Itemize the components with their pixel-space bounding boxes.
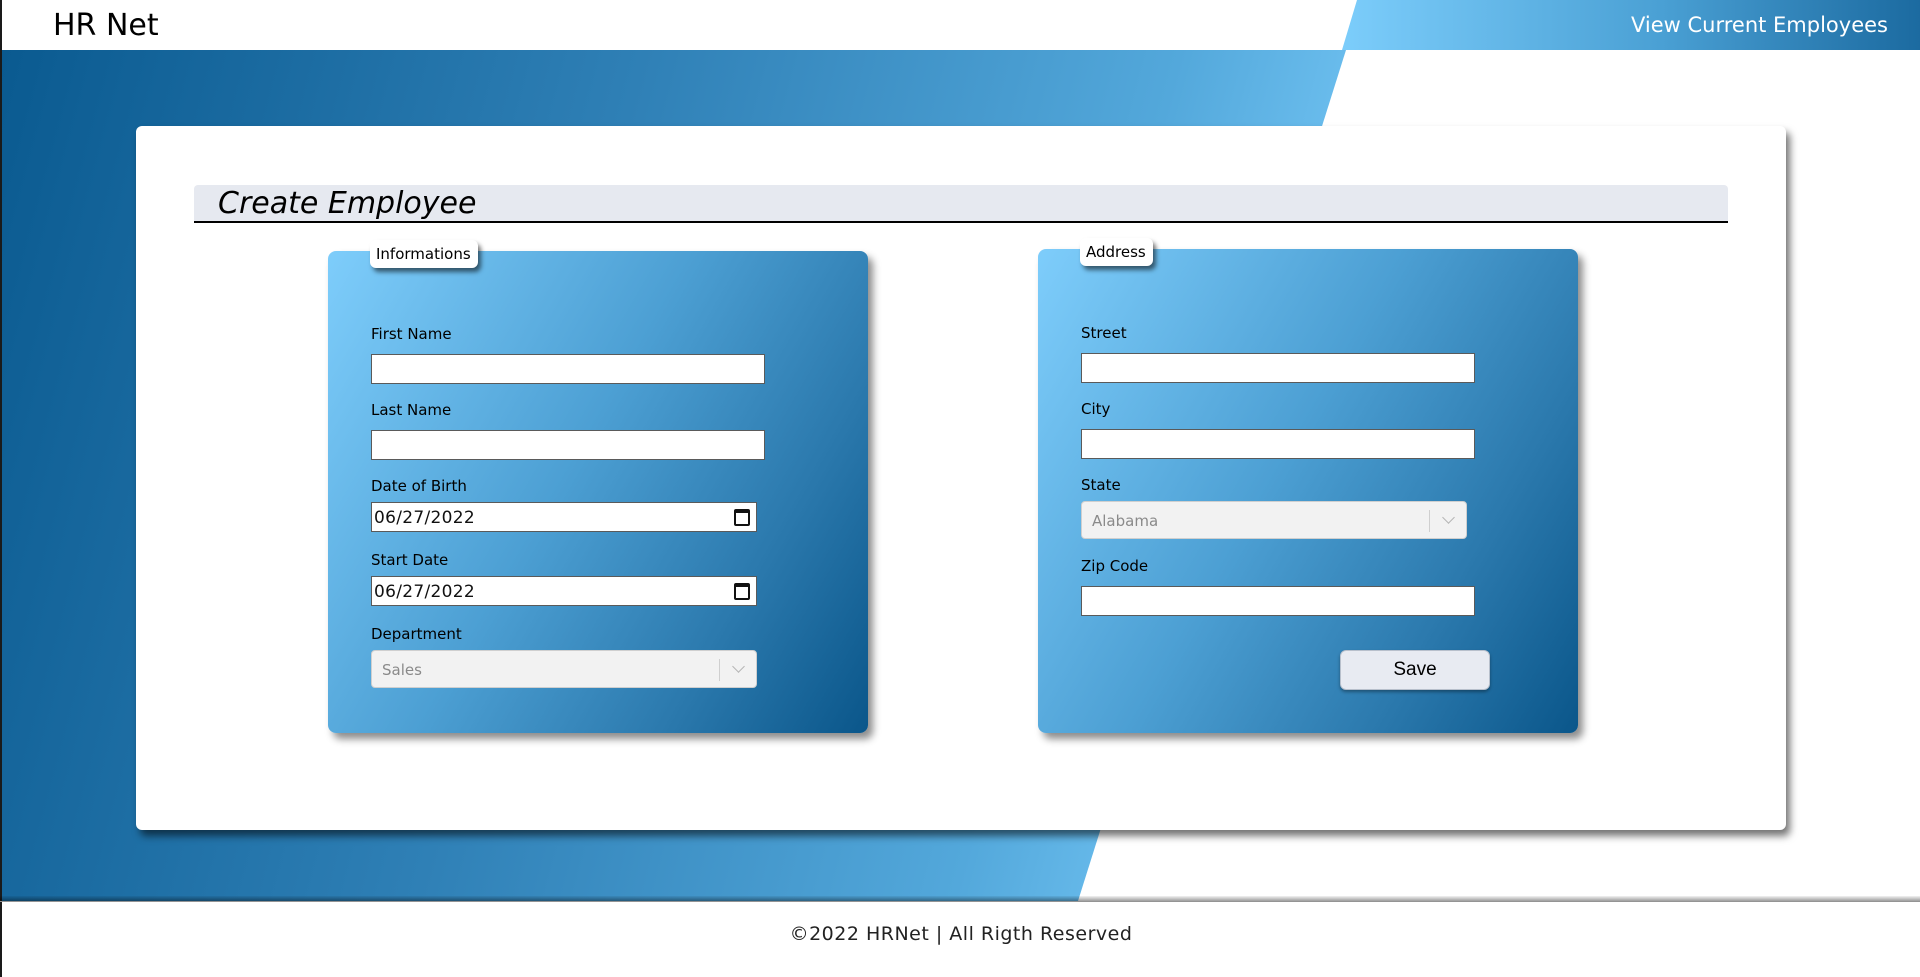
select-separator xyxy=(1429,510,1430,532)
zip-code-input[interactable] xyxy=(1081,586,1475,616)
footer-copyright: ©2022 HRNet | All Rigth Reserved xyxy=(789,923,1133,945)
last-name-label: Last Name xyxy=(371,401,452,419)
chevron-down-icon[interactable] xyxy=(732,660,745,673)
left-edge xyxy=(0,50,2,901)
footer: ©2022 HRNet | All Rigth Reserved xyxy=(0,902,1920,977)
address-legend: Address xyxy=(1080,238,1153,266)
dob-label: Date of Birth xyxy=(371,477,467,495)
title-bar: Create Employee xyxy=(194,185,1728,223)
view-employees-link[interactable]: View Current Employees xyxy=(1631,13,1888,37)
start-date-value: 06/27/2022 xyxy=(374,582,475,602)
dob-value: 06/27/2022 xyxy=(374,508,475,528)
zip-code-label: Zip Code xyxy=(1081,557,1149,575)
chevron-down-icon[interactable] xyxy=(1442,511,1455,524)
street-label: Street xyxy=(1081,324,1127,342)
dob-input[interactable]: 06/27/2022 xyxy=(371,502,757,532)
informations-fieldset: Informations First Name Last Name Date o… xyxy=(328,240,868,733)
create-employee-card: Create Employee Informations First Name … xyxy=(136,126,1786,830)
informations-legend: Informations xyxy=(370,240,478,268)
state-select[interactable]: Alabama xyxy=(1081,501,1467,539)
header: HR Net View Current Employees xyxy=(0,0,1920,50)
department-select[interactable]: Sales xyxy=(371,650,757,688)
calendar-icon[interactable] xyxy=(734,583,750,600)
city-label: City xyxy=(1081,400,1111,418)
department-label: Department xyxy=(371,625,462,643)
calendar-icon[interactable] xyxy=(734,509,750,526)
brand-logo[interactable]: HR Net xyxy=(53,8,159,43)
first-name-label: First Name xyxy=(371,325,452,343)
state-label: State xyxy=(1081,476,1121,494)
page-title: Create Employee xyxy=(218,186,477,221)
address-fieldset: Address Street City State Alabama Zip Co… xyxy=(1038,238,1578,733)
start-date-label: Start Date xyxy=(371,551,449,569)
start-date-input[interactable]: 06/27/2022 xyxy=(371,576,757,606)
select-separator xyxy=(719,659,720,681)
city-input[interactable] xyxy=(1081,429,1475,459)
save-button[interactable]: Save xyxy=(1340,650,1490,690)
street-input[interactable] xyxy=(1081,353,1475,383)
last-name-input[interactable] xyxy=(371,430,765,460)
first-name-input[interactable] xyxy=(371,354,765,384)
department-selected-value: Sales xyxy=(382,661,422,679)
state-selected-value: Alabama xyxy=(1092,512,1159,530)
